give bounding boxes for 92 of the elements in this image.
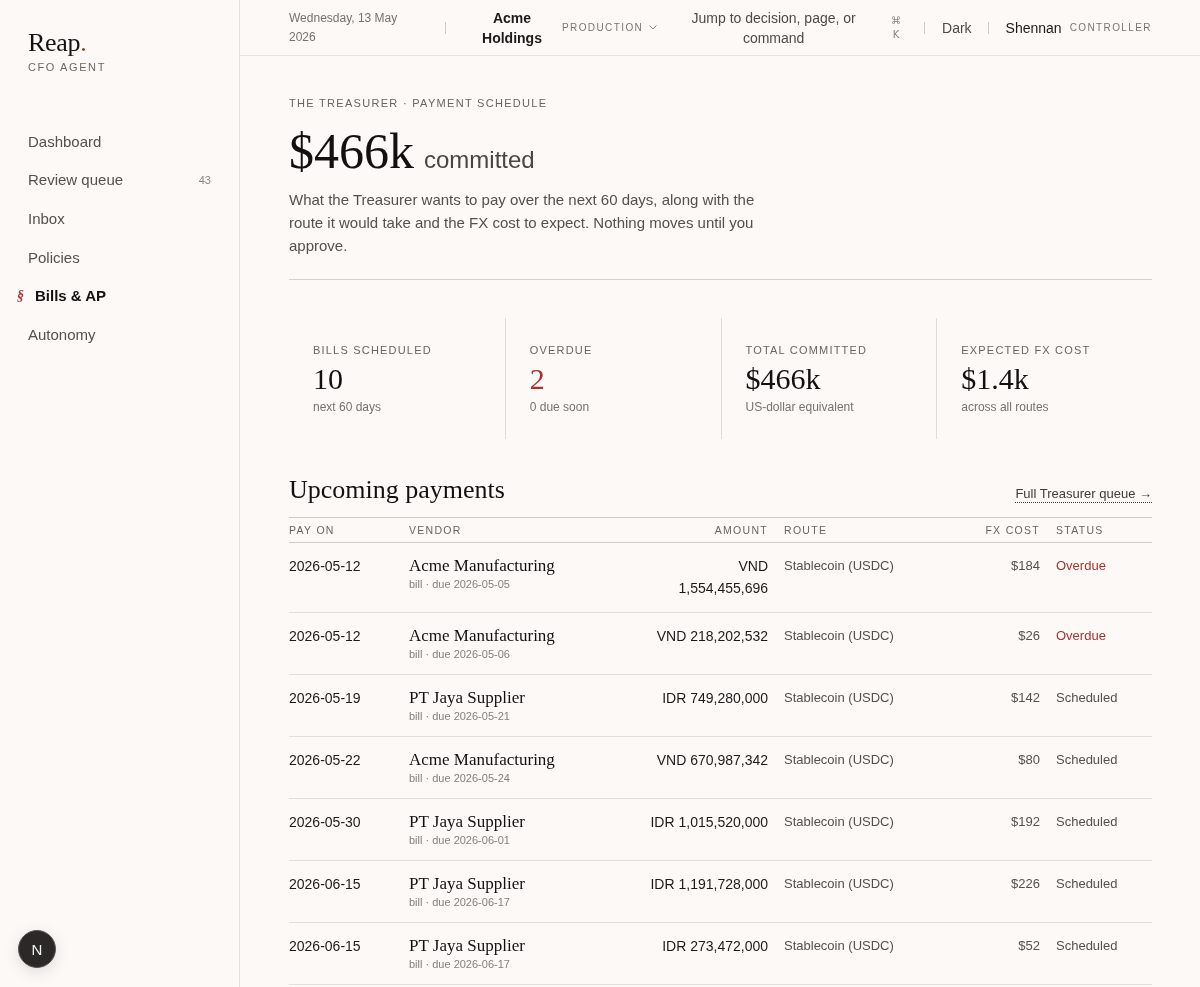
nav-link[interactable]: Policies bbox=[0, 237, 239, 277]
stat-label: EXPECTED FX COST bbox=[961, 344, 1092, 356]
column-header: FX COST bbox=[984, 524, 1040, 536]
fx-cost: $192 bbox=[1010, 813, 1040, 831]
nav-link[interactable]: Autonomy bbox=[0, 314, 239, 354]
stat-label: TOTAL COMMITTED bbox=[745, 344, 869, 356]
payment-route: Stablecoin (USDC) bbox=[784, 627, 895, 645]
organization-switcher[interactable]: Acme Holdings bbox=[470, 7, 554, 48]
fx-cost: $184 bbox=[1010, 557, 1040, 575]
fx-cost: $226 bbox=[1010, 875, 1040, 893]
payment-amount: VND 1,554,455,696 bbox=[677, 557, 768, 598]
column-header: ROUTE bbox=[784, 524, 829, 536]
payment-amount: VND 670,987,342 bbox=[655, 751, 768, 770]
stat-label: BILLS SCHEDULED bbox=[313, 344, 433, 356]
nav-link[interactable]: Inbox bbox=[0, 199, 239, 238]
vendor-name: PT Jaya Supplier bbox=[409, 935, 526, 957]
pay-date: 2026-06-15 bbox=[289, 875, 362, 894]
bill-detail: bill · due 2026-06-01 bbox=[409, 833, 511, 847]
chevron-down-icon bbox=[649, 25, 658, 30]
bill-detail: bill · due 2026-06-17 bbox=[409, 957, 511, 971]
stat-value: 10 bbox=[313, 362, 344, 396]
environment-dropdown[interactable]: PRODUCTION bbox=[562, 22, 658, 33]
payment-amount: IDR 749,280,000 bbox=[661, 689, 768, 708]
stat-note: US-dollar equivalent bbox=[745, 399, 855, 415]
fx-cost: $80 bbox=[1017, 751, 1040, 769]
vendor-name: Acme Manufacturing bbox=[409, 555, 556, 577]
bill-detail: bill · due 2026-06-17 bbox=[409, 895, 511, 909]
column-header: STATUS bbox=[1056, 524, 1105, 536]
payment-status: Scheduled bbox=[1056, 875, 1119, 893]
payment-status: Scheduled bbox=[1056, 937, 1119, 955]
page-description: What the Treasurer wants to pay over the next 60 days, along with the route it would take and the FX cost to expect. Nothing moves until you approve. bbox=[289, 190, 756, 256]
stat-value: $466k bbox=[745, 362, 822, 396]
page-eyebrow: THE TREASURER · PAYMENT SCHEDULE bbox=[289, 96, 549, 110]
column-header: VENDOR bbox=[409, 524, 463, 536]
nav-count: 43 bbox=[198, 173, 211, 186]
nav-link[interactable]: Dashboard bbox=[0, 122, 239, 161]
payment-route: Stablecoin (USDC) bbox=[784, 813, 895, 831]
vendor-name: Acme Manufacturing bbox=[409, 625, 556, 647]
vendor-name: PT Jaya Supplier bbox=[409, 811, 526, 833]
fx-cost: $52 bbox=[1017, 937, 1040, 955]
payment-amount: IDR 1,191,728,000 bbox=[649, 875, 768, 894]
payment-route: Stablecoin (USDC) bbox=[784, 751, 895, 769]
nav-link[interactable]: Review queue 43 bbox=[0, 160, 239, 200]
pay-date: 2026-05-12 bbox=[289, 557, 362, 576]
committed-label: committed bbox=[424, 146, 535, 174]
payment-status: Overdue bbox=[1056, 627, 1107, 645]
payment-status: Scheduled bbox=[1056, 751, 1119, 769]
bill-detail: bill · due 2026-05-24 bbox=[409, 771, 511, 785]
bill-detail: bill · due 2026-05-21 bbox=[409, 709, 511, 723]
payment-status: Scheduled bbox=[1056, 813, 1119, 831]
payment-amount: IDR 273,472,000 bbox=[661, 937, 768, 956]
vendor-name: PT Jaya Supplier bbox=[409, 873, 526, 895]
payment-amount: VND 218,202,532 bbox=[655, 627, 768, 646]
pay-date: 2026-05-19 bbox=[289, 689, 362, 708]
stat-label: OVERDUE bbox=[529, 344, 594, 356]
payment-route: Stablecoin (USDC) bbox=[784, 557, 895, 575]
column-header: AMOUNT bbox=[713, 524, 768, 536]
theme-toggle[interactable]: Dark bbox=[942, 19, 972, 36]
nav-link[interactable]: § Bills & AP bbox=[0, 276, 239, 315]
payment-amount: IDR 1,015,520,000 bbox=[649, 813, 768, 832]
stat-note: 0 due soon bbox=[529, 399, 591, 415]
vendor-name: PT Jaya Supplier bbox=[409, 687, 526, 709]
bill-detail: bill · due 2026-05-06 bbox=[409, 647, 511, 661]
user-role: CONTROLLER bbox=[1069, 22, 1152, 33]
brand-logo: Reap. bbox=[28, 28, 88, 58]
payment-route: Stablecoin (USDC) bbox=[784, 937, 895, 955]
treasurer-queue-link[interactable]: Full Treasurer queue → bbox=[1015, 486, 1152, 503]
committed-total: $466k bbox=[289, 126, 414, 176]
pay-date: 2026-05-30 bbox=[289, 813, 362, 832]
fx-cost: $26 bbox=[1017, 627, 1040, 645]
active-marker: § bbox=[17, 287, 25, 304]
stat-note: next 60 days bbox=[313, 399, 383, 415]
vendor-name: Acme Manufacturing bbox=[409, 749, 556, 771]
column-header: PAY ON bbox=[289, 524, 336, 536]
payment-route: Stablecoin (USDC) bbox=[784, 689, 895, 707]
payment-status: Overdue bbox=[1056, 557, 1107, 575]
payment-status: Scheduled bbox=[1056, 689, 1119, 707]
brand-tagline: CFO AGENT bbox=[28, 60, 107, 74]
user-name: Shennan bbox=[1005, 19, 1062, 36]
pay-date: 2026-05-12 bbox=[289, 627, 362, 646]
pay-date: 2026-06-15 bbox=[289, 937, 362, 956]
section-title: Upcoming payments bbox=[289, 475, 505, 505]
fx-cost: $142 bbox=[1010, 689, 1040, 707]
command-search[interactable]: Jump to decision, page, or command bbox=[685, 7, 862, 48]
bill-detail: bill · due 2026-05-05 bbox=[409, 577, 511, 591]
payment-route: Stablecoin (USDC) bbox=[784, 875, 895, 893]
stat-note: across all routes bbox=[961, 399, 1050, 415]
stat-value: $1.4k bbox=[961, 362, 1030, 396]
shortcut-hint: ⌘ K bbox=[890, 13, 902, 42]
stat-value: 2 bbox=[529, 362, 546, 396]
current-date: Wednesday, 13 May 2026 bbox=[289, 9, 399, 46]
pay-date: 2026-05-22 bbox=[289, 751, 362, 770]
